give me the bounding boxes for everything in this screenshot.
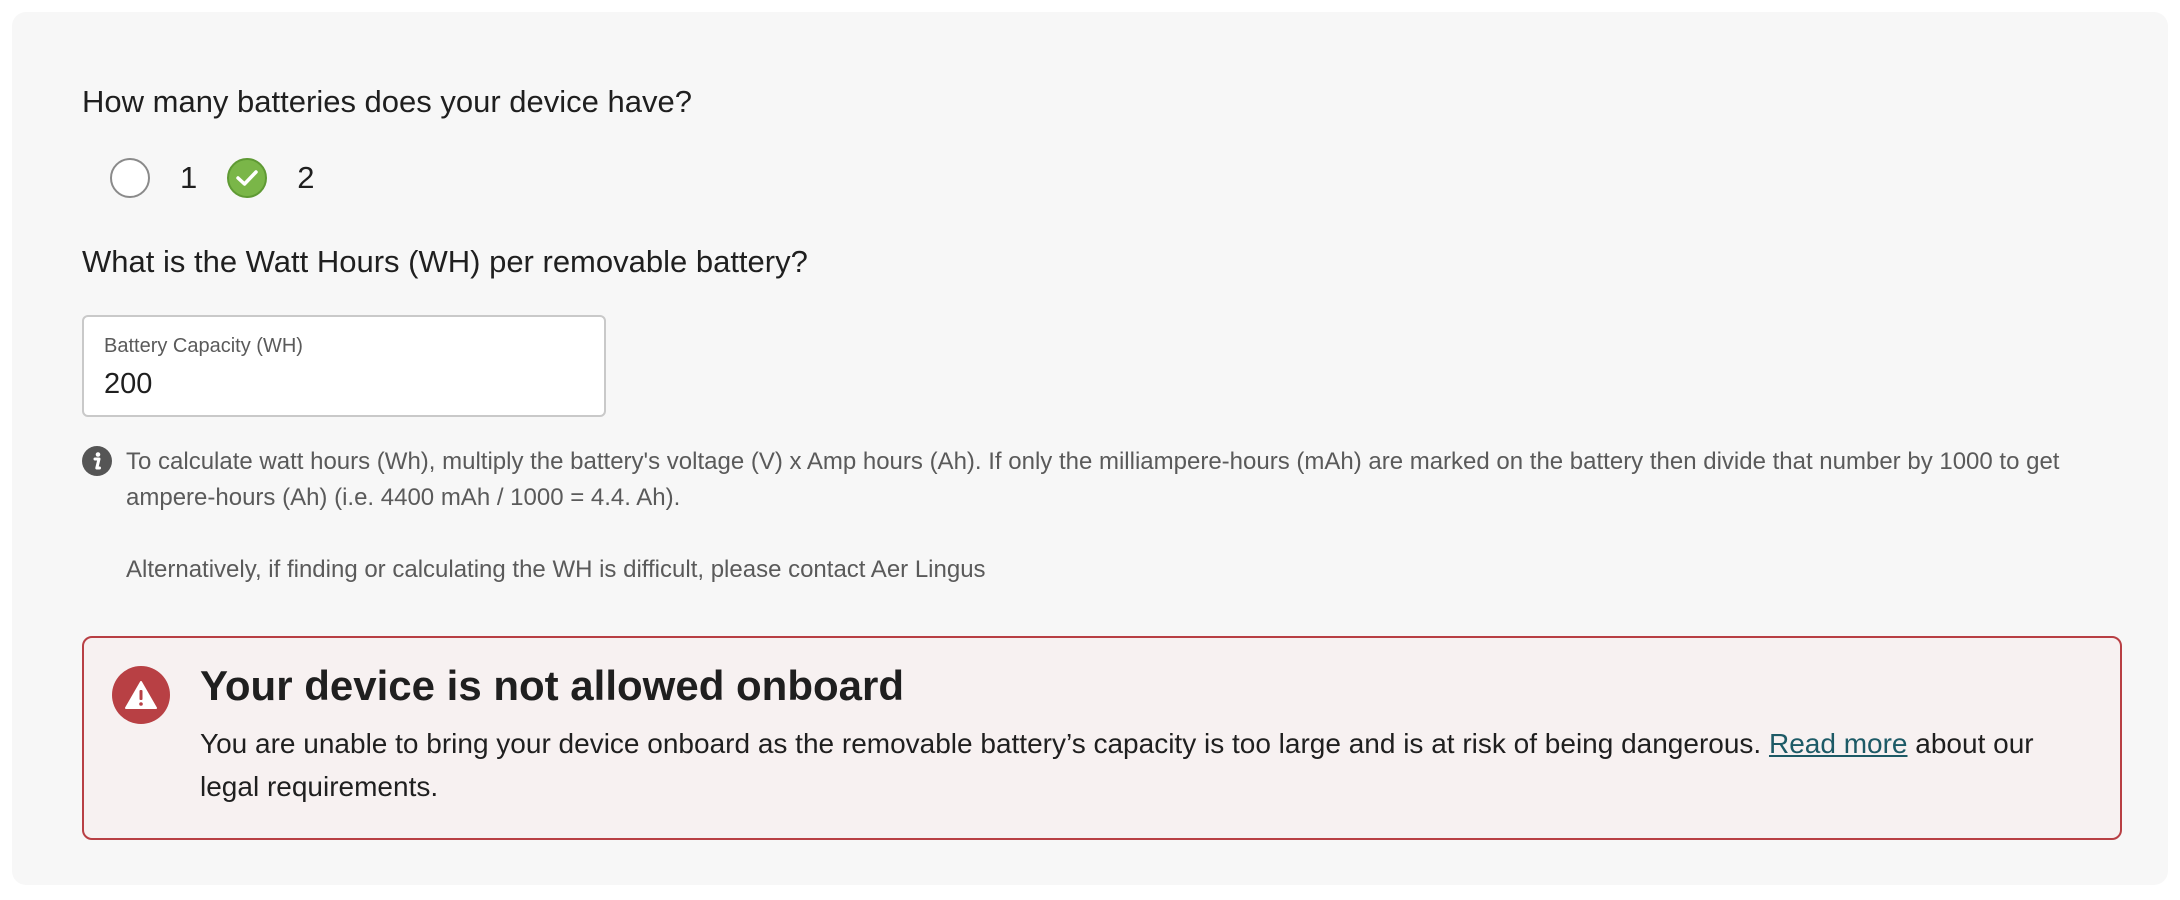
info-icon [82,446,112,476]
battery-count-option-label: 2 [297,160,315,195]
battery-count-option-2[interactable]: 2 [227,158,315,198]
battery-count-radio-group: 1 2 [110,155,315,201]
info-text: To calculate watt hours (Wh), multiply t… [126,444,2096,588]
read-more-link[interactable]: Read more [1769,728,1908,759]
watt-hours-question: What is the Watt Hours (WH) per removabl… [82,244,808,279]
battery-count-question: How many batteries does your device have… [82,84,692,119]
info-paragraph-calculation: To calculate watt hours (Wh), multiply t… [126,448,2060,511]
radio-unchecked-icon[interactable] [110,158,150,198]
battery-capacity-label: Battery Capacity (WH) [104,335,303,357]
alert-message: You are unable to bring your device onbo… [200,722,2090,808]
not-allowed-alert: Your device is not allowed onboard You a… [82,636,2122,840]
alert-message-text: You are unable to bring your device onbo… [200,728,1769,759]
radio-checked-icon[interactable] [227,158,268,198]
info-paragraph-contact: Alternatively, if finding or calculating… [126,556,986,583]
battery-form-card: How many batteries does your device have… [12,12,2168,885]
battery-capacity-input[interactable] [104,365,574,403]
battery-count-option-1[interactable]: 1 [110,158,197,198]
warning-icon [112,666,170,724]
alert-title: Your device is not allowed onboard [200,662,904,709]
battery-capacity-field[interactable]: Battery Capacity (WH) [82,315,606,417]
battery-count-option-label: 1 [180,160,198,195]
